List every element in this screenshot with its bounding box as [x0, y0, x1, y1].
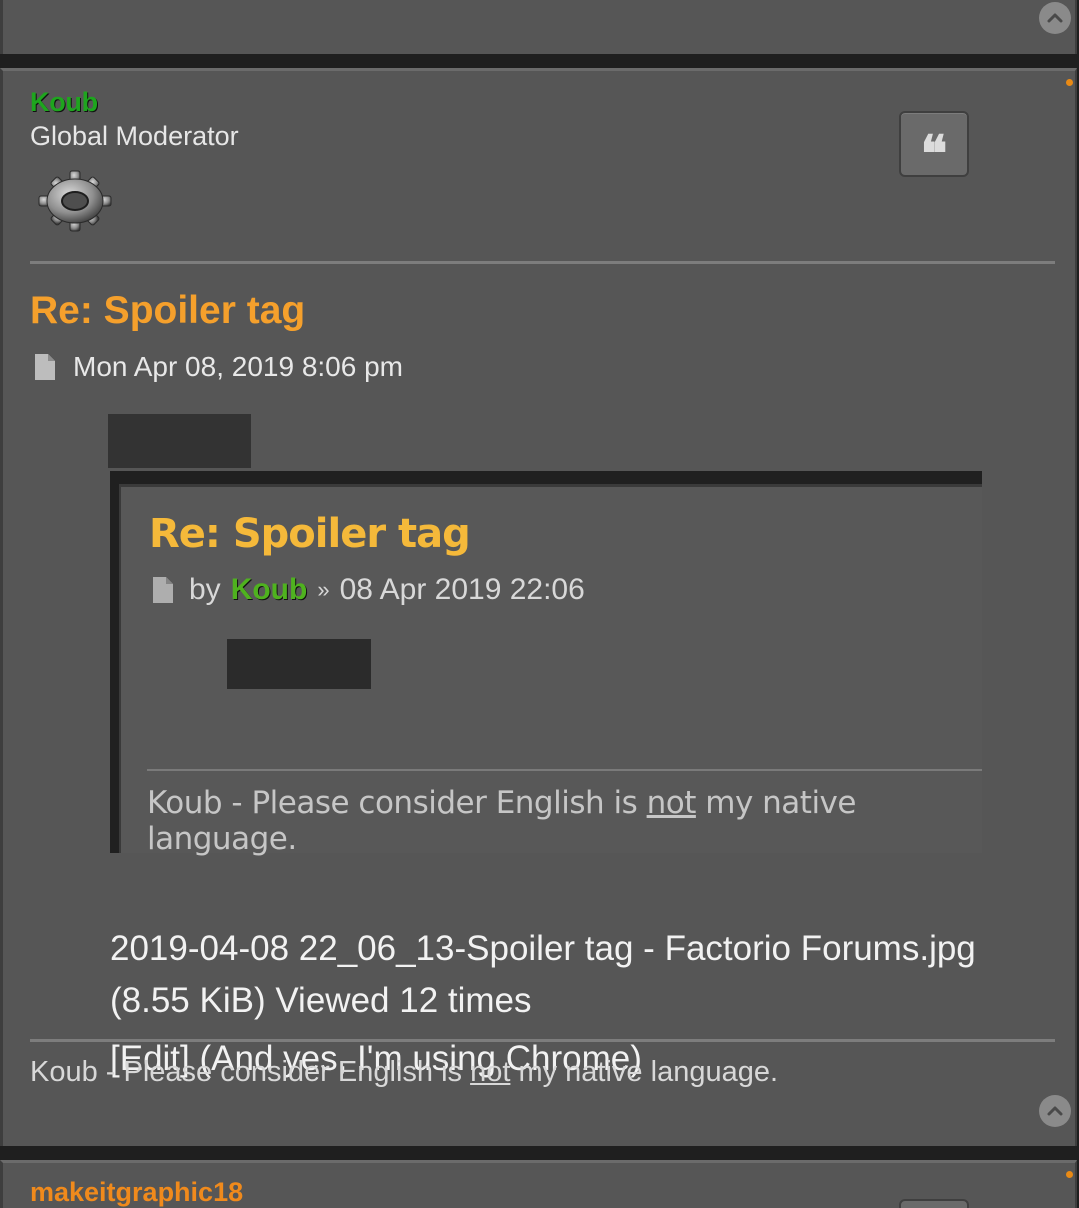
gear-icon — [38, 170, 112, 232]
author-rank: Global Moderator — [30, 121, 239, 151]
signature-divider — [30, 1039, 1055, 1042]
attached-image-content: Re: Spoiler tag by Koub » 08 Apr 2019 22… — [119, 484, 982, 857]
post-author[interactable]: Koub — [30, 87, 98, 118]
attached-author: Koub — [230, 573, 308, 606]
attached-spoiler-block — [227, 639, 371, 689]
post-title[interactable]: Re: Spoiler tag — [30, 289, 305, 333]
attached-by-label: by — [189, 573, 221, 606]
online-indicator — [1066, 1171, 1073, 1178]
post-meta: Mon Apr 08, 2019 8:06 pm — [33, 351, 403, 383]
chevron-up-icon — [1047, 13, 1063, 23]
attached-date: 08 Apr 2019 22:06 — [339, 573, 585, 606]
previous-post — [0, 0, 1077, 54]
file-icon[interactable] — [33, 353, 57, 381]
file-icon — [153, 577, 173, 603]
quote-icon: ❝ — [920, 124, 948, 183]
attached-post-title: Re: Spoiler tag — [149, 511, 471, 557]
attached-divider — [147, 769, 982, 771]
post-header-divider — [30, 261, 1055, 264]
next-post: makeitgraphic18 — [0, 1160, 1077, 1208]
attached-signature: Koub - Please consider English is not my… — [147, 785, 856, 857]
post-date: Mon Apr 08, 2019 8:06 pm — [73, 351, 403, 382]
chevron-up-icon — [1047, 1106, 1063, 1116]
quote-button[interactable]: ❝ — [899, 111, 969, 183]
signature: Koub - Please consider English is not my… — [30, 1056, 779, 1088]
spoiler-block[interactable] — [108, 414, 251, 468]
next-post-author[interactable]: makeitgraphic18 — [30, 1177, 243, 1208]
back-to-top-button[interactable] — [1039, 2, 1071, 34]
attached-post-meta: by Koub » 08 Apr 2019 22:06 — [151, 573, 585, 607]
attached-image[interactable]: Re: Spoiler tag by Koub » 08 Apr 2019 22… — [110, 471, 982, 857]
post: Koub Global Moderator ❝ Re: Spoiler tag … — [0, 68, 1077, 1146]
online-indicator — [1066, 79, 1073, 86]
back-to-top-button[interactable] — [1039, 1095, 1071, 1127]
quote-button[interactable] — [899, 1199, 969, 1208]
attached-separator: » — [317, 577, 330, 602]
attachment-caption: 2019-04-08 22_06_13-Spoiler tag - Factor… — [110, 929, 976, 1020]
page: Koub Global Moderator ❝ Re: Spoiler tag … — [0, 0, 1079, 1208]
